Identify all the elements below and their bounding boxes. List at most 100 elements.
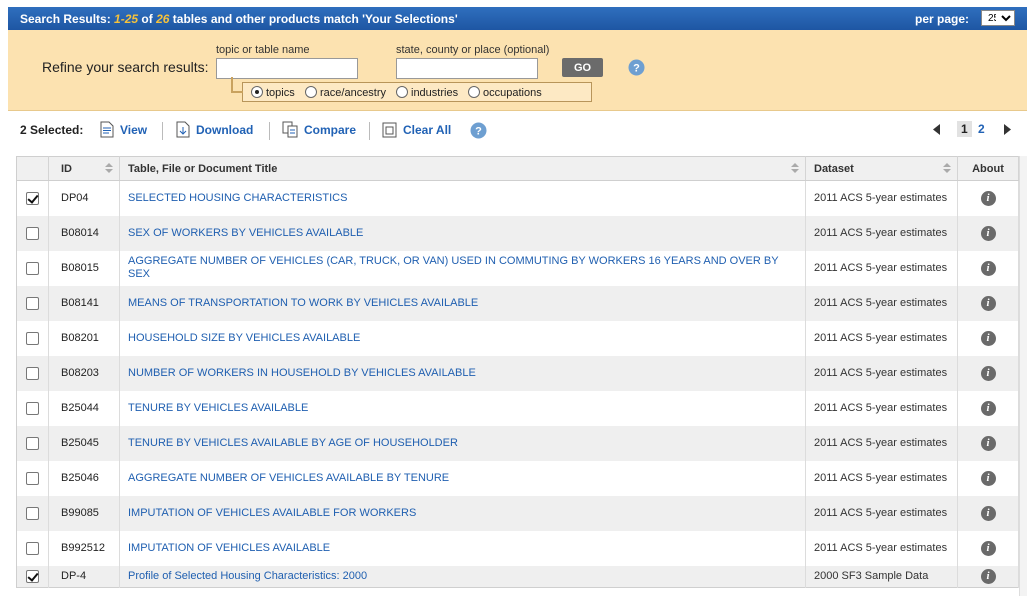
view-button[interactable]: View: [100, 121, 147, 141]
radio-topics[interactable]: [251, 86, 263, 98]
row-title-link[interactable]: AGGREGATE NUMBER OF VEHICLES (CAR, TRUCK…: [128, 255, 778, 280]
row-title-link[interactable]: AGGREGATE NUMBER OF VEHICLES AVAILABLE B…: [128, 472, 449, 484]
row-dataset: 2011 ACS 5-year estimates: [805, 180, 958, 216]
compare-button[interactable]: Compare: [282, 121, 356, 141]
row-checkbox[interactable]: [26, 296, 39, 310]
info-icon[interactable]: i: [980, 470, 996, 486]
clear-all-button[interactable]: Clear All: [382, 121, 451, 141]
info-icon[interactable]: i: [980, 400, 996, 416]
help-icon[interactable]: ?: [628, 59, 645, 79]
row-checkbox[interactable]: [26, 366, 39, 380]
table-row[interactable]: B08014 SEX OF WORKERS BY VEHICLES AVAILAB…: [16, 215, 1019, 251]
row-title-cell: TENURE BY VEHICLES AVAILABLE: [119, 390, 806, 426]
pagination: 1 2: [933, 121, 1013, 141]
row-checkbox[interactable]: [26, 569, 39, 583]
info-icon[interactable]: i: [980, 568, 996, 584]
info-icon[interactable]: i: [980, 260, 996, 276]
row-checkbox[interactable]: [26, 401, 39, 415]
table-row[interactable]: B08015 AGGREGATE NUMBER OF VEHICLES (CAR,…: [16, 250, 1019, 286]
row-dataset: 2011 ACS 5-year estimates: [805, 320, 958, 356]
results-suffix: tables and other products match 'Your Se…: [172, 12, 458, 26]
table-row[interactable]: DP-4 Profile of Selected Housing Characte…: [16, 565, 1019, 588]
radio-industries[interactable]: [396, 86, 408, 98]
row-title-link[interactable]: IMPUTATION OF VEHICLES AVAILABLE: [128, 542, 330, 554]
table-row[interactable]: B25044 TENURE BY VEHICLES AVAILABLE 2011 A…: [16, 390, 1019, 426]
info-icon[interactable]: i: [980, 365, 996, 381]
row-title-link[interactable]: TENURE BY VEHICLES AVAILABLE BY AGE OF H…: [128, 437, 458, 449]
radio-race-ancestry[interactable]: [305, 86, 317, 98]
table-body: DP04 SELECTED HOUSING CHARACTERISTICS 2011…: [16, 180, 1019, 588]
per-page-label: per page:: [914, 12, 969, 26]
next-page-icon[interactable]: [1003, 124, 1011, 138]
row-dataset: 2011 ACS 5-year estimates: [805, 215, 958, 251]
prev-page-icon[interactable]: [933, 124, 941, 138]
row-title-cell: AGGREGATE NUMBER OF VEHICLES (CAR, TRUCK…: [119, 250, 806, 286]
topic-caption: topic or table name: [216, 44, 310, 56]
row-title-link[interactable]: TENURE BY VEHICLES AVAILABLE: [128, 402, 308, 414]
info-icon[interactable]: i: [980, 435, 996, 451]
option-race-ancestry[interactable]: race/ancestry: [305, 86, 386, 99]
row-checkbox[interactable]: [26, 191, 39, 205]
option-topics[interactable]: topics: [251, 86, 295, 99]
radio-occupations[interactable]: [468, 86, 480, 98]
scrollbar[interactable]: [1019, 156, 1027, 596]
topic-input[interactable]: [216, 58, 358, 79]
row-checkbox[interactable]: [26, 506, 39, 520]
place-input[interactable]: [396, 58, 538, 79]
row-title-link[interactable]: MEANS OF TRANSPORTATION TO WORK BY VEHIC…: [128, 297, 478, 309]
table-row[interactable]: DP04 SELECTED HOUSING CHARACTERISTICS 2011…: [16, 180, 1019, 216]
row-title-link[interactable]: IMPUTATION OF VEHICLES AVAILABLE FOR WOR…: [128, 507, 416, 519]
row-id: B08141: [48, 285, 120, 321]
divider: [369, 122, 370, 140]
title-column-header[interactable]: Table, File or Document Title: [119, 156, 806, 181]
info-icon[interactable]: i: [980, 330, 996, 346]
table-row[interactable]: B08141 MEANS OF TRANSPORTATION TO WORK BY…: [16, 285, 1019, 321]
id-column-header[interactable]: ID: [48, 156, 120, 181]
table-row[interactable]: B25046 AGGREGATE NUMBER OF VEHICLES AVAIL…: [16, 460, 1019, 496]
row-title-cell: Profile of Selected Housing Characterist…: [119, 565, 806, 588]
info-icon[interactable]: i: [980, 505, 996, 521]
table-row[interactable]: B992512 IMPUTATION OF VEHICLES AVAILABLE 2…: [16, 530, 1019, 566]
page-1-link[interactable]: 1: [957, 121, 972, 137]
row-title-cell: SELECTED HOUSING CHARACTERISTICS: [119, 180, 806, 216]
help-icon[interactable]: ?: [470, 122, 487, 142]
row-title-link[interactable]: Profile of Selected Housing Characterist…: [128, 570, 367, 582]
row-title-link[interactable]: SEX OF WORKERS BY VEHICLES AVAILABLE: [128, 227, 363, 239]
go-button[interactable]: GO: [562, 58, 603, 77]
sort-icon[interactable]: [791, 163, 799, 176]
option-industries[interactable]: industries: [396, 86, 458, 99]
row-checkbox[interactable]: [26, 436, 39, 450]
row-select-cell: [16, 530, 49, 566]
dataset-header-label: Dataset: [814, 162, 854, 175]
refine-label: Refine your search results:: [42, 59, 209, 75]
row-about-cell: i: [957, 355, 1019, 391]
row-checkbox[interactable]: [26, 226, 39, 240]
info-icon[interactable]: i: [980, 225, 996, 241]
info-icon[interactable]: i: [980, 295, 996, 311]
row-title-link[interactable]: NUMBER OF WORKERS IN HOUSEHOLD BY VEHICL…: [128, 367, 476, 379]
row-title-link[interactable]: SELECTED HOUSING CHARACTERISTICS: [128, 192, 347, 204]
row-checkbox[interactable]: [26, 541, 39, 555]
per-page-select[interactable]: 25: [981, 10, 1015, 26]
table-row[interactable]: B25045 TENURE BY VEHICLES AVAILABLE BY AG…: [16, 425, 1019, 461]
dataset-column-header[interactable]: Dataset: [805, 156, 958, 181]
compare-label: Compare: [304, 123, 357, 137]
option-occupations[interactable]: occupations: [468, 86, 542, 99]
table-header-row: ID Table, File or Document Title Dataset…: [16, 156, 1019, 181]
page-2-link[interactable]: 2: [978, 122, 985, 136]
view-icon: [100, 121, 114, 141]
table-row[interactable]: B99085 IMPUTATION OF VEHICLES AVAILABLE F…: [16, 495, 1019, 531]
row-title-link[interactable]: HOUSEHOLD SIZE BY VEHICLES AVAILABLE: [128, 332, 360, 344]
sort-icon[interactable]: [943, 163, 951, 176]
download-button[interactable]: Download: [176, 121, 253, 141]
row-about-cell: i: [957, 425, 1019, 461]
row-checkbox[interactable]: [26, 261, 39, 275]
info-icon[interactable]: i: [980, 540, 996, 556]
row-dataset: 2011 ACS 5-year estimates: [805, 355, 958, 391]
table-row[interactable]: B08201 HOUSEHOLD SIZE BY VEHICLES AVAILAB…: [16, 320, 1019, 356]
sort-icon[interactable]: [105, 163, 113, 176]
table-row[interactable]: B08203 NUMBER OF WORKERS IN HOUSEHOLD BY …: [16, 355, 1019, 391]
row-checkbox[interactable]: [26, 331, 39, 345]
info-icon[interactable]: i: [980, 190, 996, 206]
row-checkbox[interactable]: [26, 471, 39, 485]
